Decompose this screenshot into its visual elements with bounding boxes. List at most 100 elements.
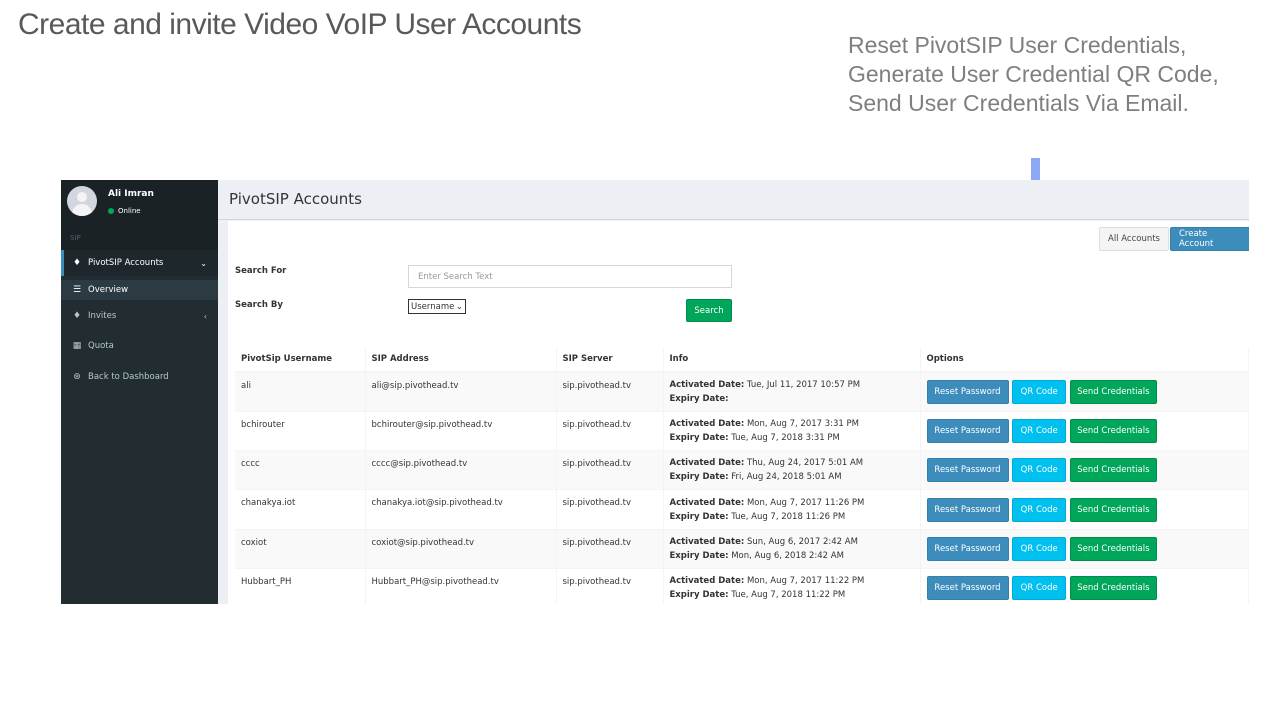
sip-server-cell: sip.pivothead.tv xyxy=(556,528,664,569)
search-by-label: Search By xyxy=(235,300,283,310)
sip-address-cell: Hubbart_PH@sip.pivothead.tv xyxy=(365,567,557,604)
list-icon: ☰ xyxy=(73,285,82,295)
sip-server-cell: sip.pivothead.tv xyxy=(556,410,664,451)
page-title: PivotSIP Accounts xyxy=(229,190,362,208)
avatar xyxy=(67,186,97,216)
sidebar-item-pivotsip-accounts[interactable]: ♦ PivotSIP Accounts ⌄ xyxy=(61,250,218,276)
info-cell: Activated Date: Thu, Aug 24, 2017 5:01 A… xyxy=(663,450,921,490)
sip-server-cell: sip.pivothead.tv xyxy=(556,489,664,530)
activated-date: Activated Date: Sun, Aug 6, 2017 2:42 AM xyxy=(669,536,858,547)
callout-line: Send User Credentials Via Email. xyxy=(848,90,1189,116)
chevron-down-icon: ⌄ xyxy=(455,301,463,312)
options-cell: Reset Password QR Code Send Credentials xyxy=(920,450,1249,490)
qr-code-button[interactable]: QR Code xyxy=(1012,497,1067,522)
activated-date: Activated Date: Mon, Aug 7, 2017 11:26 P… xyxy=(669,497,865,508)
sidebar-item-label: Back to Dashboard xyxy=(88,372,169,382)
bell-icon: ♦ xyxy=(72,311,82,321)
username-cell: bchirouter xyxy=(235,410,366,451)
user-status: Online xyxy=(108,207,141,215)
options-cell: Reset Password QR Code Send Credentials xyxy=(920,489,1249,530)
username-cell: cccc xyxy=(235,450,366,490)
username-cell: coxiot xyxy=(235,528,366,569)
table-row: Hubbart_PH Hubbart_PH@sip.pivothead.tv sip… xyxy=(235,567,1249,604)
reset-password-button[interactable]: Reset Password xyxy=(926,379,1009,404)
expiry-date: Expiry Date: xyxy=(669,393,729,404)
activated-date: Activated Date: Mon, Aug 7, 2017 3:31 PM xyxy=(669,418,860,429)
send-credentials-button[interactable]: Send Credentials xyxy=(1069,458,1157,483)
reset-password-button[interactable]: Reset Password xyxy=(926,536,1009,561)
table-header-row: PivotSip Username SIP Address SIP Server… xyxy=(235,347,1249,373)
activated-date: Activated Date: Mon, Aug 7, 2017 11:22 P… xyxy=(669,576,865,587)
username-cell: Hubbart_PH xyxy=(235,567,366,604)
chevron-left-icon: ‹ xyxy=(203,311,207,321)
sidebar-item-label: PivotSIP Accounts xyxy=(88,258,164,268)
column-header: SIP Address xyxy=(365,347,557,373)
options-cell: Reset Password QR Code Send Credentials xyxy=(920,371,1249,412)
callout-line: Reset PivotSIP User Credentials, xyxy=(848,32,1187,58)
chevron-down-icon: ⌄ xyxy=(200,258,207,268)
user-panel: Ali Imran Online xyxy=(61,180,218,224)
reset-password-button[interactable]: Reset Password xyxy=(926,458,1009,483)
search-button[interactable]: Search xyxy=(686,299,732,322)
expiry-date: Expiry Date: Fri, Aug 24, 2018 5:01 AM xyxy=(669,472,842,483)
sidebar-item-overview[interactable]: ☰ Overview xyxy=(61,280,218,300)
column-header: Options xyxy=(920,347,1249,373)
send-credentials-button[interactable]: Send Credentials xyxy=(1069,497,1157,522)
qr-code-button[interactable]: QR Code xyxy=(1012,576,1067,601)
info-cell: Activated Date: Mon, Aug 7, 2017 11:26 P… xyxy=(663,489,921,530)
circle-arrow-icon: ⊛ xyxy=(73,372,81,382)
activated-date: Activated Date: Thu, Aug 24, 2017 5:01 A… xyxy=(669,458,864,469)
column-header: PivotSip Username xyxy=(235,347,366,373)
qr-code-button[interactable]: QR Code xyxy=(1012,379,1067,404)
info-cell: Activated Date: Mon, Aug 7, 2017 11:22 P… xyxy=(663,567,921,604)
reset-password-button[interactable]: Reset Password xyxy=(926,418,1009,443)
column-header: Info xyxy=(663,347,921,373)
expiry-date: Expiry Date: Tue, Aug 7, 2018 11:22 PM xyxy=(669,590,846,601)
send-credentials-button[interactable]: Send Credentials xyxy=(1069,536,1157,561)
qr-code-button[interactable]: QR Code xyxy=(1012,458,1067,483)
table-row: chanakya.iot chanakya.iot@sip.pivothead.t… xyxy=(235,489,1249,530)
sidebar-item-back-to-dashboard[interactable]: ⊛ Back to Dashboard xyxy=(61,364,218,390)
username-cell: chanakya.iot xyxy=(235,489,366,530)
reset-password-button[interactable]: Reset Password xyxy=(926,576,1009,601)
table-row: cccc cccc@sip.pivothead.tv sip.pivothead.t… xyxy=(235,450,1249,490)
sidebar-item-label: Overview xyxy=(88,285,129,295)
sip-server-cell: sip.pivothead.tv xyxy=(556,371,664,412)
info-cell: Activated Date: Mon, Aug 7, 2017 3:31 PM… xyxy=(663,410,921,451)
send-credentials-button[interactable]: Send Credentials xyxy=(1069,379,1157,404)
send-credentials-button[interactable]: Send Credentials xyxy=(1069,576,1157,601)
search-input[interactable]: Enter Search Text xyxy=(408,265,732,288)
bell-icon: ♦ xyxy=(72,258,82,268)
sidebar-item-label: Invites xyxy=(88,311,117,321)
search-by-select[interactable]: Username ⌄ xyxy=(408,299,466,314)
create-account-button[interactable]: Create Account xyxy=(1170,227,1249,251)
content-header: PivotSIP Accounts xyxy=(218,180,1249,220)
info-cell: Activated Date: Sun, Aug 6, 2017 2:42 AM… xyxy=(663,528,921,569)
send-credentials-button[interactable]: Send Credentials xyxy=(1069,418,1157,443)
content-body: All Accounts Create Account Search For E… xyxy=(218,220,1249,604)
sidebar-item-invites[interactable]: ♦ Invites ‹ xyxy=(61,303,218,329)
sip-server-cell: sip.pivothead.tv xyxy=(556,567,664,604)
qr-code-button[interactable]: QR Code xyxy=(1012,418,1067,443)
sidebar: Ali Imran Online SIP ♦ PivotSIP Accounts… xyxy=(61,180,218,604)
all-accounts-button[interactable]: All Accounts xyxy=(1099,227,1169,251)
reset-password-button[interactable]: Reset Password xyxy=(926,497,1009,522)
app-window: Ali Imran Online SIP ♦ PivotSIP Accounts… xyxy=(61,180,1249,604)
qr-code-button[interactable]: QR Code xyxy=(1012,536,1067,561)
column-header: SIP Server xyxy=(556,347,664,373)
status-dot-icon xyxy=(108,208,114,214)
callout-text: Reset PivotSIP User Credentials, Generat… xyxy=(848,31,1219,118)
sidebar-item-quota[interactable]: ▦ Quota xyxy=(61,333,218,359)
info-cell: Activated Date: Tue, Jul 11, 2017 10:57 … xyxy=(663,371,921,412)
options-cell: Reset Password QR Code Send Credentials xyxy=(920,567,1249,604)
search-by-value: Username xyxy=(411,301,455,312)
sip-address-cell: cccc@sip.pivothead.tv xyxy=(365,450,557,490)
table-row: ali ali@sip.pivothead.tv sip.pivothead.tv A… xyxy=(235,371,1249,412)
sip-address-cell: ali@sip.pivothead.tv xyxy=(365,371,557,412)
expiry-date: Expiry Date: Mon, Aug 6, 2018 2:42 AM xyxy=(669,550,844,561)
table-row: bchirouter bchirouter@sip.pivothead.tv sip… xyxy=(235,410,1249,451)
username-cell: ali xyxy=(235,371,366,412)
calculator-icon: ▦ xyxy=(72,341,82,351)
options-cell: Reset Password QR Code Send Credentials xyxy=(920,528,1249,569)
options-cell: Reset Password QR Code Send Credentials xyxy=(920,410,1249,451)
